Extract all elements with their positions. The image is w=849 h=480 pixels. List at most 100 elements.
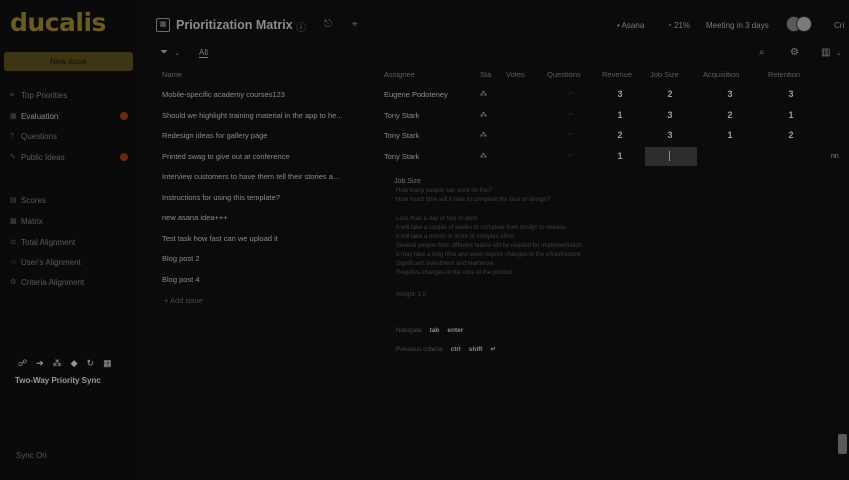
meeting-countdown[interactable]: Meeting in 3 days <box>706 21 769 30</box>
sidebar-item-public-ideas[interactable]: ✎ Public Ideas <box>10 151 132 163</box>
score-revenue[interactable]: 1 <box>614 110 626 120</box>
job-size-input-cell[interactable] <box>645 147 697 166</box>
scrollbar[interactable] <box>838 434 847 454</box>
tab-key: tab <box>429 327 440 334</box>
score-retention[interactable]: 2 <box>785 130 797 140</box>
chevron-down-icon[interactable]: ⌄ <box>836 49 842 57</box>
sidebar-item-label: Evaluation <box>21 111 59 121</box>
tooltip-line: It will take a couple of weeks to comple… <box>396 225 566 231</box>
filter-icon[interactable]: ⏷ <box>160 47 168 58</box>
grid-icon[interactable]: ▦ <box>103 358 112 369</box>
sidebar-item-top-priorities[interactable]: ≡ Top Priorities <box>10 89 132 101</box>
user-menu[interactable]: Cri <box>834 21 844 30</box>
questions-indicator[interactable]: ⌐ <box>565 152 577 159</box>
score-acquisition[interactable]: 3 <box>724 89 736 99</box>
sidebar-item-evaluation[interactable]: ▦ Evaluation <box>10 110 132 122</box>
arrow-icon[interactable]: ➔ <box>36 358 44 369</box>
issue-name[interactable]: Interview customers to have them tell th… <box>162 172 377 181</box>
new-issue-button[interactable]: New issue <box>4 52 133 71</box>
columns-icon[interactable]: ▥ <box>821 47 830 58</box>
issue-name[interactable]: Redesign ideas for gallery page <box>162 131 377 140</box>
column-header-questions[interactable]: Questions <box>547 70 581 79</box>
issue-assignee[interactable]: Tony Stark <box>384 111 419 120</box>
score-job-size[interactable]: 3 <box>664 130 676 140</box>
score-job-size[interactable]: 2 <box>664 89 676 99</box>
column-header-acquisition[interactable]: Acquisition <box>703 70 739 79</box>
score-revenue[interactable]: 1 <box>614 151 626 161</box>
issue-name[interactable]: Blog post 4 <box>162 275 377 284</box>
network-icon[interactable]: ⁂ <box>53 358 62 369</box>
column-header-job-size[interactable]: Job Size <box>650 70 679 79</box>
previous-label: Previous criteria <box>396 345 443 353</box>
issue-name[interactable]: new asana idea+++ <box>162 213 377 222</box>
score-retention[interactable]: 3 <box>785 89 797 99</box>
sidebar-item-matrix[interactable]: ▩ Matrix <box>10 215 132 227</box>
sidebar-item-users-alignment[interactable]: ☺ User's Alignment <box>10 256 132 268</box>
info-icon[interactable]: ⓘ <box>296 19 306 34</box>
questions-indicator[interactable]: ⌐ <box>565 90 577 97</box>
sidebar-item-label: Questions <box>21 131 58 141</box>
list-icon: ≡ <box>10 91 15 99</box>
status-icon[interactable]: ⁂ <box>480 152 487 160</box>
score-job-size[interactable]: 3 <box>664 110 676 120</box>
column-header-revenue[interactable]: Revenue <box>602 70 632 79</box>
issue-name[interactable]: Test task how fast can we upload it <box>162 234 377 243</box>
location-icon[interactable]: ⌖ <box>352 19 358 30</box>
align-icon: ⚖ <box>10 239 17 246</box>
diamond-icon[interactable]: ◆ <box>71 358 78 369</box>
issue-assignee[interactable]: Tony Stark <box>384 131 419 140</box>
score-acquisition[interactable]: 1 <box>724 130 736 140</box>
github-icon[interactable]: ☍ <box>18 358 27 369</box>
score-revenue[interactable]: 3 <box>614 89 626 99</box>
sidebar-item-label: Criteria Alignment <box>21 277 85 287</box>
sidebar-item-scores[interactable]: ▤ Scores <box>10 194 132 206</box>
sidebar-item-questions[interactable]: ? Questions <box>10 130 132 142</box>
status-icon[interactable]: ⁂ <box>480 90 487 98</box>
status-icon[interactable]: ⁂ <box>480 131 487 139</box>
matrix-icon: ▩ <box>10 218 17 225</box>
sync-status-toggle[interactable]: Sync On <box>16 451 47 460</box>
sidebar-item-total-alignment[interactable]: ⚖ Total Alignment <box>10 236 132 248</box>
questions-indicator[interactable]: ⌐ <box>565 131 577 138</box>
progress-indicator[interactable]: ◔ 21% <box>667 21 690 30</box>
share-icon[interactable]: ⎋ <box>324 19 332 30</box>
sync-title: Two-Way Priority Sync <box>15 376 101 385</box>
questions-indicator[interactable]: ⌐ <box>565 111 577 118</box>
sidebar-item-label: Top Priorities <box>21 90 68 100</box>
filter-all-tab[interactable]: All <box>199 48 208 58</box>
tooltip-weight: Weight: 1.0 <box>396 292 427 298</box>
score-retention[interactable]: 1 <box>785 110 797 120</box>
app-logo[interactable]: ducalis <box>10 8 106 37</box>
add-issue-button[interactable]: + Add issue <box>164 296 203 305</box>
chevron-down-icon[interactable]: ⌄ <box>174 49 180 57</box>
issue-name[interactable]: Blog post 2 <box>162 254 377 263</box>
issue-name[interactable]: Should we highlight training material in… <box>162 111 377 120</box>
issue-name[interactable]: Mobile-specific academy courses123 <box>162 90 377 99</box>
shift-key: shift <box>468 345 483 353</box>
integration-link[interactable]: • Asana <box>617 21 644 30</box>
sidebar-item-label: Scores <box>21 195 46 205</box>
notification-badge <box>120 112 128 120</box>
previous-hint: Previous criteria ctrl shift ↵ <box>396 345 496 354</box>
column-header-assignee[interactable]: Assignee <box>384 70 415 79</box>
column-header-status[interactable]: Sta <box>480 70 491 79</box>
issue-assignee[interactable]: Tony Stark <box>384 152 419 161</box>
issue-name[interactable]: Printed swag to give out at conference <box>162 152 377 161</box>
settings-icon[interactable]: ⚙ <box>790 47 799 58</box>
score-revenue[interactable]: 2 <box>614 130 626 140</box>
issue-assignee[interactable]: Eugene Podoteney <box>384 90 448 99</box>
sidebar: ducalis New issue ≡ Top Priorities ▦ Eva… <box>0 0 142 480</box>
ctrl-key: ctrl <box>450 345 461 353</box>
column-header-retention[interactable]: Retention <box>768 70 800 79</box>
sidebar-item-criteria-alignment[interactable]: ⚙ Criteria Alignment <box>10 276 132 288</box>
navigate-hint: Navigate tab enter <box>396 327 463 334</box>
status-icon[interactable]: ⁂ <box>480 111 487 119</box>
column-header-name[interactable]: Name <box>162 70 182 79</box>
issue-name[interactable]: Instructions for using this template? <box>162 193 377 202</box>
score-acquisition[interactable]: 2 <box>724 110 736 120</box>
column-header-votes[interactable]: Votes <box>506 70 525 79</box>
search-icon[interactable]: ⌕ <box>759 47 765 58</box>
tooltip-line: Requires changes to the core of the prod… <box>396 270 513 276</box>
sync-icon[interactable]: ↻ <box>87 358 95 369</box>
tooltip-line: How much time will it take to complete t… <box>396 197 551 203</box>
